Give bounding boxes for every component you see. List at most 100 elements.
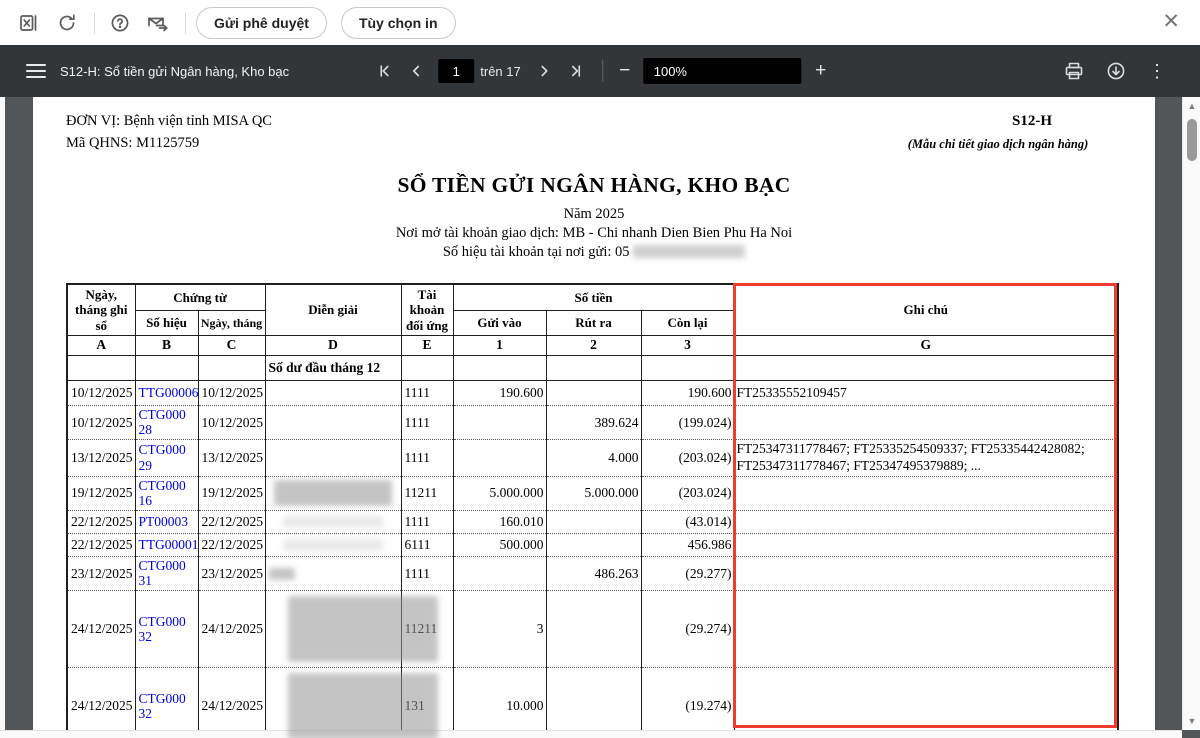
ledger-rows: 10/12/2025 TTG00006 10/12/2025 1111 190.600 1… xyxy=(66,379,1119,738)
cell-description xyxy=(264,475,402,511)
next-page-icon[interactable] xyxy=(532,58,558,84)
cell-doc-date: 24/12/2025 xyxy=(197,590,266,668)
menu-icon[interactable] xyxy=(26,60,46,82)
redacted-description xyxy=(268,567,295,580)
print-options-button[interactable]: Tùy chọn in xyxy=(340,6,456,39)
cell-deposit xyxy=(452,555,547,591)
previous-page-icon[interactable] xyxy=(403,58,429,84)
ledger-row: 24/12/2025CTG0003224/12/2025112113(29.27… xyxy=(66,590,1119,668)
cell-entry-date: 19/12/2025 xyxy=(66,475,136,511)
cell-contra-account: 11211 xyxy=(400,475,454,511)
cell-contra-account: 1111 xyxy=(400,379,454,406)
col-header-doc-no: Số hiệu xyxy=(134,309,199,336)
doc-number-link[interactable]: CTG00032 xyxy=(139,691,189,721)
last-page-icon[interactable] xyxy=(564,58,590,84)
bank-line: Nơi mở tài khoản giao dịch: MB - Chi nha… xyxy=(395,225,793,241)
scroll-down-icon[interactable]: ▼ xyxy=(1183,712,1200,730)
zoom-in-icon[interactable]: + xyxy=(810,60,832,82)
cell-withdraw xyxy=(545,509,642,534)
page-number-input[interactable]: 1 xyxy=(438,59,475,83)
download-icon[interactable] xyxy=(1106,61,1126,81)
zoom-level-input[interactable]: 100% xyxy=(643,58,802,84)
more-options-icon[interactable]: ⋮ xyxy=(1148,61,1166,82)
send-approval-button[interactable]: Gửi phê duyệt xyxy=(196,6,327,39)
pdf-document-title: S12-H: Sổ tiền gửi Ngân hàng, Kho bạc xyxy=(60,63,290,79)
cell-balance: (19.274) xyxy=(640,667,735,738)
cell-withdraw: 389.624 xyxy=(545,404,642,440)
cell-description xyxy=(264,555,402,591)
cell-deposit: 3 xyxy=(452,590,547,668)
doc-number-link[interactable]: TTG00006 xyxy=(139,385,199,400)
opening-balance-label: Số dư đầu tháng 12 xyxy=(264,354,402,381)
cell-contra-account: 1111 xyxy=(400,509,454,534)
viewer-left-gutter xyxy=(0,97,5,730)
ledger-table: Ngày, tháng ghi sổ Chứng từ Diễn giải Tà… xyxy=(66,283,1119,738)
cell-doc-date: 24/12/2025 xyxy=(197,667,266,738)
excel-export-icon[interactable] xyxy=(14,8,44,38)
horizontal-scrollbar[interactable] xyxy=(0,730,1182,738)
col-header-balance: Còn lại xyxy=(640,309,735,336)
doc-number-link[interactable]: PT00003 xyxy=(139,514,189,529)
year-line: Năm 2025 xyxy=(563,206,625,222)
app-window: Gửi phê duyệt Tùy chọn in ✕ S12-H: Sổ ti… xyxy=(0,0,1200,738)
col-header-doc-date: Ngày, tháng xyxy=(197,309,266,336)
cell-doc-number: TTG00006 xyxy=(134,379,199,406)
cell-withdraw xyxy=(545,379,642,406)
cell-note xyxy=(733,590,1119,668)
cell-doc-date: 23/12/2025 xyxy=(197,555,266,591)
doc-number-link[interactable]: CTG00029 xyxy=(139,442,189,472)
doc-number-link[interactable]: CTG00028 xyxy=(139,407,189,437)
cell-balance: (199.024) xyxy=(640,404,735,440)
doc-number-link[interactable]: CTG00031 xyxy=(139,558,189,588)
cell-withdraw xyxy=(545,667,642,738)
cell-doc-date: 22/12/2025 xyxy=(197,509,266,534)
cell-note: FT25347311778467; FT25335254509337; FT25… xyxy=(733,439,1119,477)
qhns-line: Mã QHNS: M1125759 xyxy=(66,135,200,151)
cell-contra-account: 1111 xyxy=(400,555,454,591)
scrollbar-thumb[interactable] xyxy=(1187,119,1197,161)
cell-note xyxy=(733,475,1119,511)
redacted-description xyxy=(287,673,438,738)
scroll-up-icon[interactable]: ▲ xyxy=(1183,97,1200,115)
close-icon[interactable]: ✕ xyxy=(1158,8,1184,36)
cell-deposit: 160.010 xyxy=(452,509,547,534)
cell-balance: (203.024) xyxy=(640,475,735,511)
cell-contra-account: 6111 xyxy=(400,532,454,557)
cell-withdraw: 5.000.000 xyxy=(545,475,642,511)
column-letters-row: AB CD E1 23 G xyxy=(66,334,1119,356)
cell-deposit: 500.000 xyxy=(452,532,547,557)
col-header-date: Ngày, tháng ghi sổ xyxy=(66,283,136,336)
ledger-row: 10/12/2025 CTG00028 10/12/2025 1111 389.624(… xyxy=(66,404,1119,440)
cell-withdraw: 4.000 xyxy=(545,439,642,477)
col-header-voucher-group: Chứng từ xyxy=(134,283,266,311)
ledger-row: 22/12/2025 TTG00001 22/12/2025 6111 500.000 4… xyxy=(66,532,1119,557)
cell-deposit: 190.600 xyxy=(452,379,547,406)
page-navigation: 1 trên 17 − 100% + xyxy=(368,58,831,84)
doc-number-link[interactable]: TTG00001 xyxy=(139,537,199,552)
help-icon[interactable] xyxy=(105,8,135,38)
send-mail-icon[interactable] xyxy=(143,8,173,38)
col-header-amount-group: Số tiền xyxy=(452,283,735,311)
refresh-icon[interactable] xyxy=(52,8,82,38)
vertical-scrollbar[interactable]: ▲ ▼ xyxy=(1182,97,1200,730)
form-code: S12-H xyxy=(1011,113,1052,129)
cell-doc-number: TTG00001 xyxy=(134,532,199,557)
cell-deposit: 5.000.000 xyxy=(452,475,547,511)
doc-number-link[interactable]: CTG00016 xyxy=(139,478,189,508)
print-icon[interactable] xyxy=(1064,61,1084,81)
ledger-row: 19/12/2025 CTG00016 19/12/2025 11211 5.000.0… xyxy=(66,475,1119,511)
cell-doc-date: 10/12/2025 xyxy=(197,404,266,440)
cell-note xyxy=(733,404,1119,440)
cell-description xyxy=(264,439,402,477)
cell-doc-number: PT00003 xyxy=(134,509,199,534)
ledger-row: 10/12/2025 TTG00006 10/12/2025 1111 190.600 1… xyxy=(66,379,1119,406)
cell-description xyxy=(264,404,402,440)
first-page-icon[interactable] xyxy=(371,58,397,84)
doc-number-link[interactable]: CTG00032 xyxy=(139,614,189,644)
cell-doc-number: CTG00032 xyxy=(134,590,199,668)
cell-note xyxy=(733,555,1119,591)
cell-description xyxy=(264,509,402,534)
zoom-out-icon[interactable]: − xyxy=(614,60,636,82)
ledger-row: 13/12/2025 CTG00029 13/12/2025 1111 4.000 (20… xyxy=(66,439,1119,477)
cell-entry-date: 13/12/2025 xyxy=(66,439,136,477)
